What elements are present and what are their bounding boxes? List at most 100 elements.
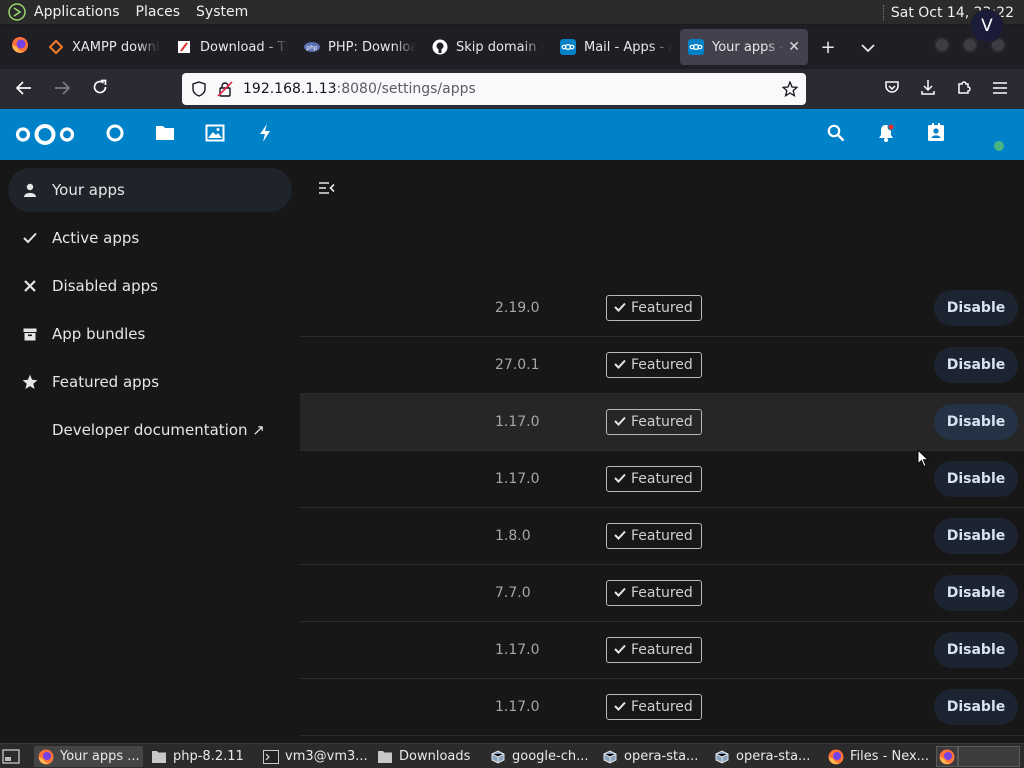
image-icon: [205, 124, 225, 146]
taskbar-item-downloads[interactable]: Downloads: [373, 746, 485, 767]
nextcloud-favicon-icon: [688, 39, 704, 55]
downloads-button[interactable]: [910, 69, 946, 109]
search-icon: [827, 124, 845, 146]
shield-icon[interactable]: [191, 81, 207, 97]
dashboard-circle-icon: [105, 123, 125, 147]
nextcloud-favicon-icon: [560, 39, 576, 55]
featured-badge-label: Featured: [631, 471, 693, 487]
workspace-switcher[interactable]: [936, 746, 958, 767]
firefox-icon: [828, 749, 844, 765]
app-row: 1.17.0 Featured Disable: [300, 622, 1024, 679]
top-panel: Applications Places System Sat Oct 14, 2…: [0, 0, 1024, 25]
list-all-tabs-button[interactable]: [848, 25, 888, 69]
sidebar-item-developer-documentation[interactable]: Developer documentation ↗: [8, 408, 292, 452]
featured-badge-label: Featured: [631, 642, 693, 658]
disable-button[interactable]: Disable: [934, 347, 1018, 383]
nextcloud-logo[interactable]: [14, 121, 76, 148]
contacts-icon: [927, 122, 945, 147]
check-icon: [8, 232, 52, 244]
sidebar-item-label: Developer documentation ↗: [52, 421, 265, 439]
featured-badge: Featured: [606, 523, 702, 549]
insecure-lock-icon[interactable]: [217, 81, 233, 97]
url-text: 192.168.1.13:8080/settings/apps: [243, 81, 476, 97]
featured-badge-label: Featured: [631, 414, 693, 430]
reload-button[interactable]: [82, 71, 118, 107]
taskbar-item-firefox[interactable]: Your apps ...: [34, 746, 143, 767]
tab-mail[interactable]: Mail - Apps - A: [552, 29, 680, 65]
sidebar-item-your-apps[interactable]: Your apps: [8, 168, 292, 212]
applications-menu-label: Applications: [34, 4, 120, 20]
app-version: 1.17.0: [495, 471, 540, 487]
notifications-button[interactable]: [866, 109, 906, 160]
back-button[interactable]: [6, 71, 42, 107]
url-path: :8080/settings/apps: [336, 81, 476, 97]
sidebar-item-active-apps[interactable]: Active apps: [8, 216, 292, 260]
php-favicon-icon: php: [304, 39, 320, 55]
show-desktop-button[interactable]: [2, 748, 20, 765]
tab-close-icon[interactable]: ✕: [788, 39, 800, 55]
window-controls: [928, 37, 1012, 53]
dashboard-app-button[interactable]: [95, 109, 135, 160]
disable-button[interactable]: Disable: [934, 290, 1018, 326]
app-version: 2.19.0: [495, 300, 540, 316]
sidebar-item-label: Disabled apps: [52, 277, 158, 295]
tab-your-apps[interactable]: Your apps - ✕: [680, 29, 808, 65]
arrow-left-icon: [15, 80, 32, 99]
taskbar-item-files-nextcloud[interactable]: Files - Nex...: [824, 746, 934, 767]
tab-github[interactable]: Skip domain v: [424, 29, 552, 65]
taskbar-item-terminal[interactable]: vm3@vm3...: [259, 746, 372, 767]
photos-app-button[interactable]: [195, 109, 235, 160]
plus-icon: +: [820, 36, 836, 58]
tab-download[interactable]: Download - The: [168, 29, 296, 65]
applications-menu[interactable]: Applications: [0, 0, 128, 25]
sidebar-item-app-bundles[interactable]: App bundles: [8, 312, 292, 356]
tab-php[interactable]: php PHP: Downloads: [296, 29, 424, 65]
url-bar[interactable]: 192.168.1.13:8080/settings/apps: [182, 73, 806, 105]
workspace-pager[interactable]: [958, 746, 1020, 767]
tab-xampp[interactable]: XAMPP downloads: [40, 29, 168, 65]
taskbar-item-php[interactable]: php-8.2.11: [147, 746, 255, 767]
navigation-toolbar: 192.168.1.13:8080/settings/apps: [0, 69, 1024, 109]
mouse-cursor-icon: [917, 448, 930, 468]
taskbar: Your apps ... php-8.2.11 vm3@vm3... Down…: [0, 743, 1024, 768]
taskbar-item-opera-1[interactable]: opera-sta...: [598, 746, 708, 767]
reload-icon: [92, 79, 108, 99]
tab-strip: XAMPP downloads Download - The php PHP: …: [0, 25, 1024, 69]
firefox-view-button[interactable]: [0, 25, 40, 69]
sidebar-item-disabled-apps[interactable]: Disabled apps: [8, 264, 292, 308]
taskbar-item-label: opera-sta...: [624, 749, 699, 764]
app-menu-button[interactable]: [982, 69, 1018, 109]
show-desktop-icon: [2, 749, 20, 764]
sidebar-item-featured-apps[interactable]: Featured apps: [8, 360, 292, 404]
disable-button[interactable]: Disable: [934, 461, 1018, 497]
places-menu[interactable]: Places: [128, 0, 189, 25]
featured-badge-label: Featured: [631, 699, 693, 715]
files-app-button[interactable]: [145, 109, 185, 160]
extensions-button[interactable]: [946, 69, 982, 109]
toggle-navigation-button[interactable]: [318, 180, 342, 200]
taskbar-item-google-chrome[interactable]: google-ch...: [486, 746, 596, 767]
forward-button[interactable]: [44, 71, 80, 107]
unified-search-button[interactable]: [816, 109, 856, 160]
disable-button[interactable]: Disable: [934, 575, 1018, 611]
app-row: 2.19.0 Featured Disable: [300, 280, 1024, 337]
tab-label: Your apps -: [712, 39, 784, 55]
featured-badge-label: Featured: [631, 357, 693, 373]
new-tab-button[interactable]: +: [808, 25, 848, 69]
featured-badge-label: Featured: [631, 585, 693, 601]
sidebar-item-label: App bundles: [52, 325, 146, 343]
minimize-button[interactable]: [934, 37, 950, 53]
disable-button[interactable]: Disable: [934, 518, 1018, 554]
user-avatar-button[interactable]: V: [970, 9, 1004, 43]
disable-button[interactable]: Disable: [934, 689, 1018, 725]
check-icon: [614, 300, 626, 316]
disable-button[interactable]: Disable: [934, 404, 1018, 440]
system-menu[interactable]: System: [188, 0, 256, 25]
pocket-button[interactable]: [874, 69, 910, 109]
contacts-menu-button[interactable]: [916, 109, 956, 160]
bookmark-star-icon[interactable]: [782, 81, 798, 97]
taskbar-item-label: vm3@vm3...: [285, 749, 368, 764]
activity-app-button[interactable]: [245, 109, 285, 160]
taskbar-item-opera-2[interactable]: opera-sta...: [710, 746, 820, 767]
disable-button[interactable]: Disable: [934, 632, 1018, 668]
